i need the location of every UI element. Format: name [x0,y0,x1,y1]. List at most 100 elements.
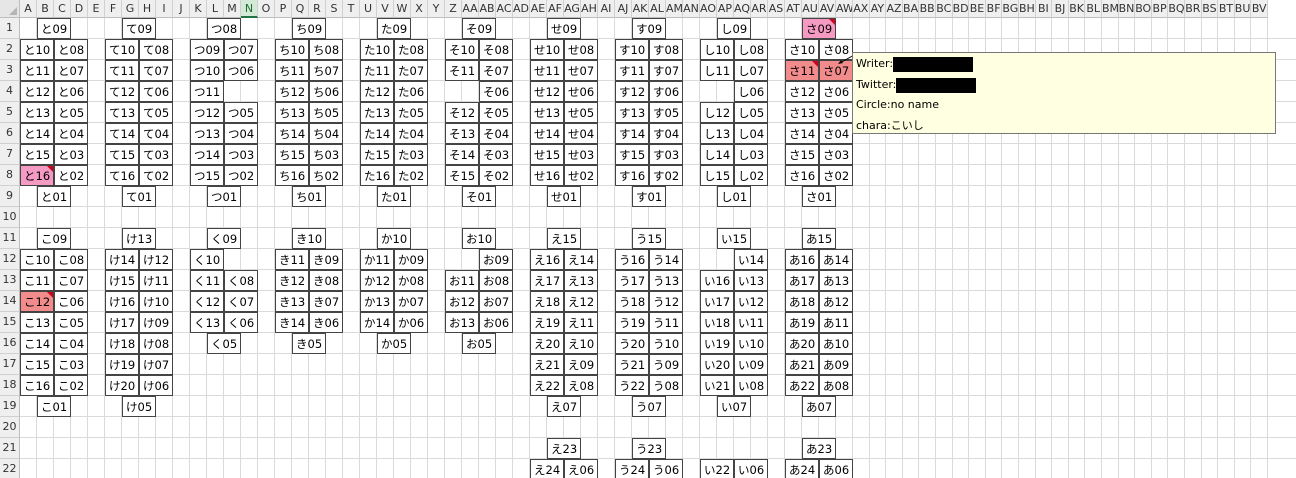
seat-cell[interactable]: あ21 [785,354,819,375]
seat-cell[interactable]: お12 [445,291,479,312]
seat-cell[interactable]: そ14 [445,144,479,165]
seat-cell[interactable]: え10 [564,333,598,354]
seat-cell[interactable]: さ05 [819,102,853,123]
seat-cell[interactable]: す08 [649,39,683,60]
seat-cell[interactable]: い10 [734,333,768,354]
seat-cell[interactable]: あ20 [785,333,819,354]
seat-cell[interactable]: た02 [394,165,428,186]
column-header-l[interactable]: L [207,0,224,18]
seat-cell[interactable]: と14 [20,123,54,144]
seat-cell[interactable]: て12 [105,81,139,102]
seat-cell[interactable]: う15 [632,228,666,249]
seat-cell[interactable]: け09 [139,312,173,333]
column-header-i[interactable]: I [156,0,173,18]
column-header-az[interactable]: AZ [886,0,903,18]
seat-cell[interactable]: せ02 [564,165,598,186]
seat-cell[interactable]: た16 [360,165,394,186]
column-header-bk[interactable]: BK [1068,0,1086,18]
column-header-bb[interactable]: BB [919,0,936,18]
seat-cell[interactable]: て04 [139,123,173,144]
seat-cell[interactable]: け08 [139,333,173,354]
spreadsheet-grid[interactable]: A B C D E F G H I J K L M N O P Q R S T U V W X Y Z AA AB AC AD AE AF AG… [0,0,1296,478]
column-header-bl[interactable]: BL [1085,0,1102,18]
seat-cell[interactable]: し09 [717,18,751,39]
seat-cell[interactable]: く09 [207,228,241,249]
seat-cell[interactable]: す06 [649,81,683,102]
seat-cell[interactable]: て16 [105,165,139,186]
seat-cell[interactable]: い17 [700,291,734,312]
comment-indicator-icon[interactable] [47,166,53,172]
seat-cell[interactable]: う24 [615,459,649,478]
seat-cell[interactable]: こ07 [54,270,88,291]
column-header-d[interactable]: D [71,0,88,18]
column-header-ai[interactable]: AI [598,0,615,18]
column-header-x[interactable]: X [411,0,428,18]
seat-cell[interactable]: て08 [139,39,173,60]
seat-cell[interactable]: う16 [615,249,649,270]
seat-cell[interactable]: つ02 [224,165,258,186]
column-header-an[interactable]: AN [683,0,700,18]
column-header-p[interactable]: P [275,0,292,18]
seat-cell[interactable]: い15 [717,228,751,249]
seat-cell[interactable]: あ07 [802,396,836,417]
seat-cell[interactable]: せ08 [564,39,598,60]
seat-cell[interactable]: そ13 [445,123,479,144]
seat-cell[interactable]: ち01 [292,186,326,207]
row-header-7[interactable]: 7 [0,144,20,165]
seat-cell[interactable]: て14 [105,123,139,144]
seat-cell[interactable]: せ12 [530,81,564,102]
seat-cell[interactable]: か13 [360,291,394,312]
seat-cell[interactable]: う21 [615,354,649,375]
seat-cell[interactable]: そ08 [479,39,513,60]
seat-cell[interactable]: そ07 [479,60,513,81]
column-header-b[interactable]: B [37,0,54,18]
seat-cell[interactable]: と11 [20,60,54,81]
seat-cell[interactable]: た15 [360,144,394,165]
column-header-aa[interactable]: AA [462,0,479,18]
seat-cell[interactable]: ち09 [292,18,326,39]
seat-cell[interactable]: い18 [700,312,734,333]
seat-cell[interactable]: そ06 [479,81,513,102]
seat-cell[interactable]: け17 [105,312,139,333]
row-header-4[interactable]: 4 [0,81,20,102]
seat-cell[interactable]: え19 [530,312,564,333]
seat-cell[interactable]: し10 [700,39,734,60]
seat-cell[interactable]: こ15 [20,354,54,375]
seat-cell[interactable]: え24 [530,459,564,478]
seat-cell[interactable]: あ22 [785,375,819,396]
seat-cell[interactable]: う06 [649,459,683,478]
column-header-w[interactable]: W [394,0,411,18]
row-header-22[interactable]: 22 [0,459,20,478]
seat-cell[interactable]: う20 [615,333,649,354]
seat-cell[interactable]: き08 [309,270,343,291]
seat-cell[interactable]: し13 [700,123,734,144]
seat-cell[interactable]: き12 [275,270,309,291]
seat-cell[interactable]: そ01 [462,186,496,207]
column-header-a[interactable]: A [20,0,37,18]
seat-cell[interactable]: く10 [190,249,224,270]
seat-cell[interactable]: す04 [649,123,683,144]
seat-cell[interactable]: こ04 [54,333,88,354]
seat-cell[interactable]: し06 [734,81,768,102]
seat-cell[interactable]: え17 [530,270,564,291]
seat-cell[interactable]: こ11 [20,270,54,291]
seat-cell[interactable]: つ01 [207,186,241,207]
column-header-g[interactable]: G [122,0,139,18]
seat-cell[interactable]: い19 [700,333,734,354]
column-header-bt[interactable]: BT [1218,0,1235,18]
seat-cell[interactable]: つ08 [207,18,241,39]
seat-cell[interactable]: ち04 [309,123,343,144]
seat-cell[interactable]: て02 [139,165,173,186]
seat-cell[interactable]: た11 [360,60,394,81]
column-header-bc[interactable]: BC [936,0,953,18]
seat-cell[interactable]: い06 [734,459,768,478]
seat-cell[interactable]: さ03 [819,144,853,165]
seat-cell[interactable]: か06 [394,312,428,333]
seat-cell[interactable]: た08 [394,39,428,60]
seat-cell[interactable]: か09 [394,249,428,270]
seat-cell[interactable]: か10 [377,228,411,249]
column-header-m[interactable]: M [224,0,241,18]
column-header-v[interactable]: V [377,0,394,18]
seat-cell[interactable]: う23 [632,438,666,459]
seat-cell[interactable]: と04 [54,123,88,144]
